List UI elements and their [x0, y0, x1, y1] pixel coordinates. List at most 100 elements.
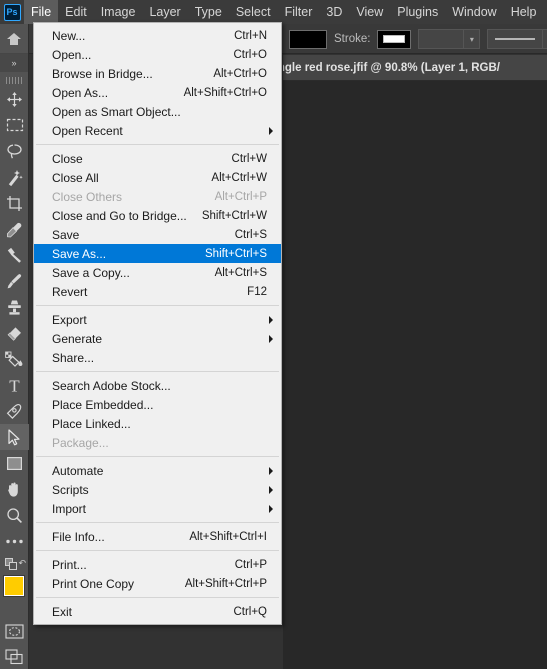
menubar-item-3d[interactable]: 3D — [319, 0, 349, 24]
menu-item-print[interactable]: Print... Ctrl+P — [34, 555, 281, 574]
clone-stamp-icon — [8, 300, 21, 315]
menu-separator — [36, 456, 279, 457]
menu-item-open-as-smart-object[interactable]: Open as Smart Object... — [34, 102, 281, 121]
submenu-arrow-icon — [269, 466, 273, 475]
path-selection-tool[interactable] — [0, 424, 29, 450]
document-tab-title[interactable]: aph of a single red rose.jfif @ 90.8% (L… — [283, 62, 500, 74]
menu-item-close[interactable]: Close Ctrl+W — [34, 149, 281, 168]
foreground-color-swatch[interactable] — [3, 575, 25, 597]
magic-wand-tool[interactable] — [0, 164, 29, 190]
fill-type-dropdown[interactable]: ▾ — [418, 29, 481, 49]
menu-item-shortcut: Alt+Ctrl+O — [213, 67, 267, 80]
clone-stamp-tool[interactable] — [0, 294, 29, 320]
zoom-tool[interactable] — [0, 502, 29, 528]
menu-item-place-embedded[interactable]: Place Embedded... — [34, 395, 281, 414]
menu-item-shortcut: Alt+Shift+Ctrl+O — [183, 86, 267, 99]
menu-item-exit[interactable]: Exit Ctrl+Q — [34, 602, 281, 621]
menubar-item-image[interactable]: Image — [94, 0, 143, 24]
gradient-tool[interactable] — [0, 346, 29, 372]
submenu-arrow-icon — [269, 315, 273, 324]
edit-toolbar-button[interactable] — [0, 528, 29, 554]
menu-item-label: Print One Copy — [52, 576, 135, 591]
menu-item-browse-in-bridge[interactable]: Browse in Bridge... Alt+Ctrl+O — [34, 64, 281, 83]
home-button[interactable] — [0, 24, 28, 54]
menu-item-generate[interactable]: Generate — [34, 329, 281, 348]
menu-bar-items: File Edit Image Layer Type Select Filter 3D View… — [24, 0, 543, 24]
chevron-down-icon: ▾ — [463, 30, 479, 48]
swap-colors-icon[interactable]: ↶ — [18, 558, 26, 569]
eraser-tool[interactable] — [0, 320, 29, 346]
eyedropper-tool[interactable] — [0, 216, 29, 242]
menubar-item-filter[interactable]: Filter — [278, 0, 320, 24]
toolbar-drag-handle[interactable] — [0, 72, 28, 86]
menu-bar: Ps File Edit Image Layer Type Select Filter 3D V… — [0, 0, 547, 24]
menu-item-label: Open Recent — [52, 123, 123, 138]
crop-tool[interactable] — [0, 190, 29, 216]
solid-line-icon — [495, 38, 536, 40]
menu-item-print-one-copy[interactable]: Print One Copy Alt+Shift+Ctrl+P — [34, 574, 281, 593]
menu-item-open-as[interactable]: Open As... Alt+Shift+Ctrl+O — [34, 83, 281, 102]
menu-item-open[interactable]: Open... Ctrl+O — [34, 45, 281, 64]
menu-item-label: Place Linked... — [52, 416, 131, 431]
menu-item-close-and-go-to-bridge[interactable]: Close and Go to Bridge... Shift+Ctrl+W — [34, 206, 281, 225]
color-swatches[interactable] — [0, 572, 34, 618]
menubar-item-help[interactable]: Help — [504, 0, 544, 24]
menu-item-label: Place Embedded... — [52, 397, 154, 412]
rectangular-marquee-tool[interactable] — [0, 112, 29, 138]
marquee-rectangle-icon — [6, 118, 23, 132]
menu-item-shortcut: Alt+Shift+Ctrl+I — [189, 530, 267, 543]
swap-default-colors-row[interactable]: ↶ — [0, 554, 28, 572]
quick-mask-button[interactable] — [0, 618, 29, 644]
menu-item-scripts[interactable]: Scripts — [34, 480, 281, 499]
menu-item-place-linked[interactable]: Place Linked... — [34, 414, 281, 433]
photoshop-logo: Ps — [0, 0, 24, 24]
menubar-item-edit[interactable]: Edit — [58, 0, 94, 24]
canvas-area[interactable] — [283, 81, 547, 669]
menu-item-close-all[interactable]: Close All Alt+Ctrl+W — [34, 168, 281, 187]
menu-item-label: Exit — [52, 604, 73, 619]
hand-tool[interactable] — [0, 476, 29, 502]
menubar-item-plugins[interactable]: Plugins — [390, 0, 445, 24]
menubar-item-layer[interactable]: Layer — [142, 0, 187, 24]
lasso-tool[interactable] — [0, 138, 29, 164]
stroke-swatch-inner — [383, 35, 406, 43]
collapse-toolbar-button[interactable]: » — [0, 54, 28, 72]
menu-item-open-recent[interactable]: Open Recent — [34, 121, 281, 140]
svg-text:T: T — [9, 377, 20, 394]
menu-item-save[interactable]: Save Ctrl+S — [34, 225, 281, 244]
type-tool[interactable]: T — [0, 372, 29, 398]
ps-badge-icon: Ps — [3, 3, 21, 21]
document-tab-bar: aph of a single red rose.jfif @ 90.8% (L… — [283, 55, 547, 81]
menu-item-export[interactable]: Export — [34, 310, 281, 329]
stroke-color-swatch[interactable] — [377, 29, 412, 49]
menu-item-file-info[interactable]: File Info... Alt+Shift+Ctrl+I — [34, 527, 281, 546]
spot-healing-brush-tool[interactable] — [0, 242, 29, 268]
eraser-icon — [7, 326, 21, 341]
menu-item-revert[interactable]: Revert F12 — [34, 282, 281, 301]
menu-item-label: Revert — [52, 284, 88, 299]
path-selection-arrow-icon — [8, 428, 20, 445]
menu-item-share[interactable]: Share... — [34, 348, 281, 367]
menu-item-automate[interactable]: Automate — [34, 461, 281, 480]
menubar-item-view[interactable]: View — [349, 0, 390, 24]
menubar-item-type[interactable]: Type — [188, 0, 229, 24]
stroke-style-dropdown[interactable]: ▾ — [487, 29, 547, 49]
move-tool[interactable] — [0, 86, 29, 112]
pen-tool[interactable] — [0, 398, 29, 424]
menu-item-shortcut: Alt+Ctrl+W — [211, 171, 267, 184]
menu-item-save-a-copy[interactable]: Save a Copy... Alt+Ctrl+S — [34, 263, 281, 282]
screen-mode-button[interactable] — [0, 644, 29, 669]
menu-item-search-adobe-stock[interactable]: Search Adobe Stock... — [34, 376, 281, 395]
submenu-arrow-icon — [269, 126, 273, 135]
menu-item-shortcut: Ctrl+S — [234, 228, 267, 241]
menubar-item-file[interactable]: File — [24, 0, 59, 24]
fill-color-swatch[interactable] — [289, 29, 327, 49]
brush-tool[interactable] — [0, 268, 29, 294]
menu-item-import[interactable]: Import — [34, 499, 281, 518]
menubar-item-window[interactable]: Window — [445, 0, 503, 24]
rectangle-tool[interactable] — [0, 450, 29, 476]
menu-item-save-as[interactable]: Save As... Shift+Ctrl+S — [34, 244, 281, 263]
file-menu-dropdown: New... Ctrl+N Open... Ctrl+O Browse in Bridg… — [33, 22, 282, 625]
menu-item-new[interactable]: New... Ctrl+N — [34, 26, 281, 45]
menubar-item-select[interactable]: Select — [229, 0, 278, 24]
